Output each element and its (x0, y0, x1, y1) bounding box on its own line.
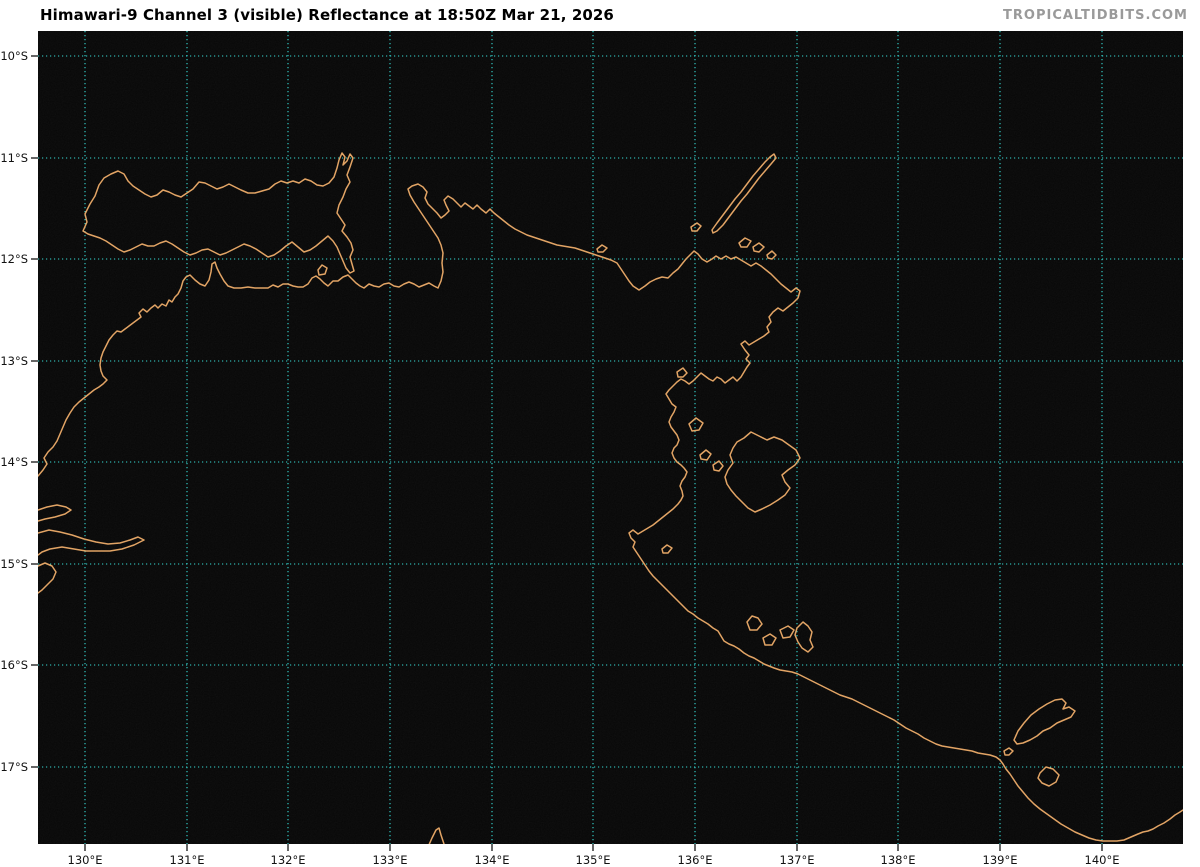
longitude-tick-label: 138°E (881, 853, 916, 867)
latitude-tick-label: 10°S (0, 49, 28, 63)
longitude-tick-label: 133°E (373, 853, 408, 867)
longitude-tick-label: 135°E (576, 853, 611, 867)
longitude-tick-label: 137°E (780, 853, 815, 867)
longitude-tick-label: 131°E (170, 853, 205, 867)
longitude-tick-label: 134°E (475, 853, 510, 867)
latitude-tick-label: 12°S (0, 252, 28, 266)
longitude-tick-label: 132°E (271, 853, 306, 867)
sensor-noise-overlay (38, 31, 1183, 844)
latitude-tick-label: 11°S (0, 151, 28, 165)
longitude-tick-label: 139°E (983, 853, 1018, 867)
latitude-tick-label: 16°S (0, 658, 28, 672)
satellite-map-canvas: 10°S 11°S 12°S 13°S 14°S 15°S 16°S 17°S 130°E 131… (0, 0, 1200, 867)
satellite-image-panel: Himawari-9 Channel 3 (visible) Reflectan… (0, 0, 1200, 867)
latitude-tick-label: 14°S (0, 455, 28, 469)
longitude-tick-label: 130°E (68, 853, 103, 867)
latitude-tick-label: 17°S (0, 760, 28, 774)
latitude-tick-label: 13°S (0, 354, 28, 368)
latitude-tick-label: 15°S (0, 557, 28, 571)
longitude-tick-label: 136°E (678, 853, 713, 867)
longitude-tick-label: 140°E (1085, 853, 1120, 867)
